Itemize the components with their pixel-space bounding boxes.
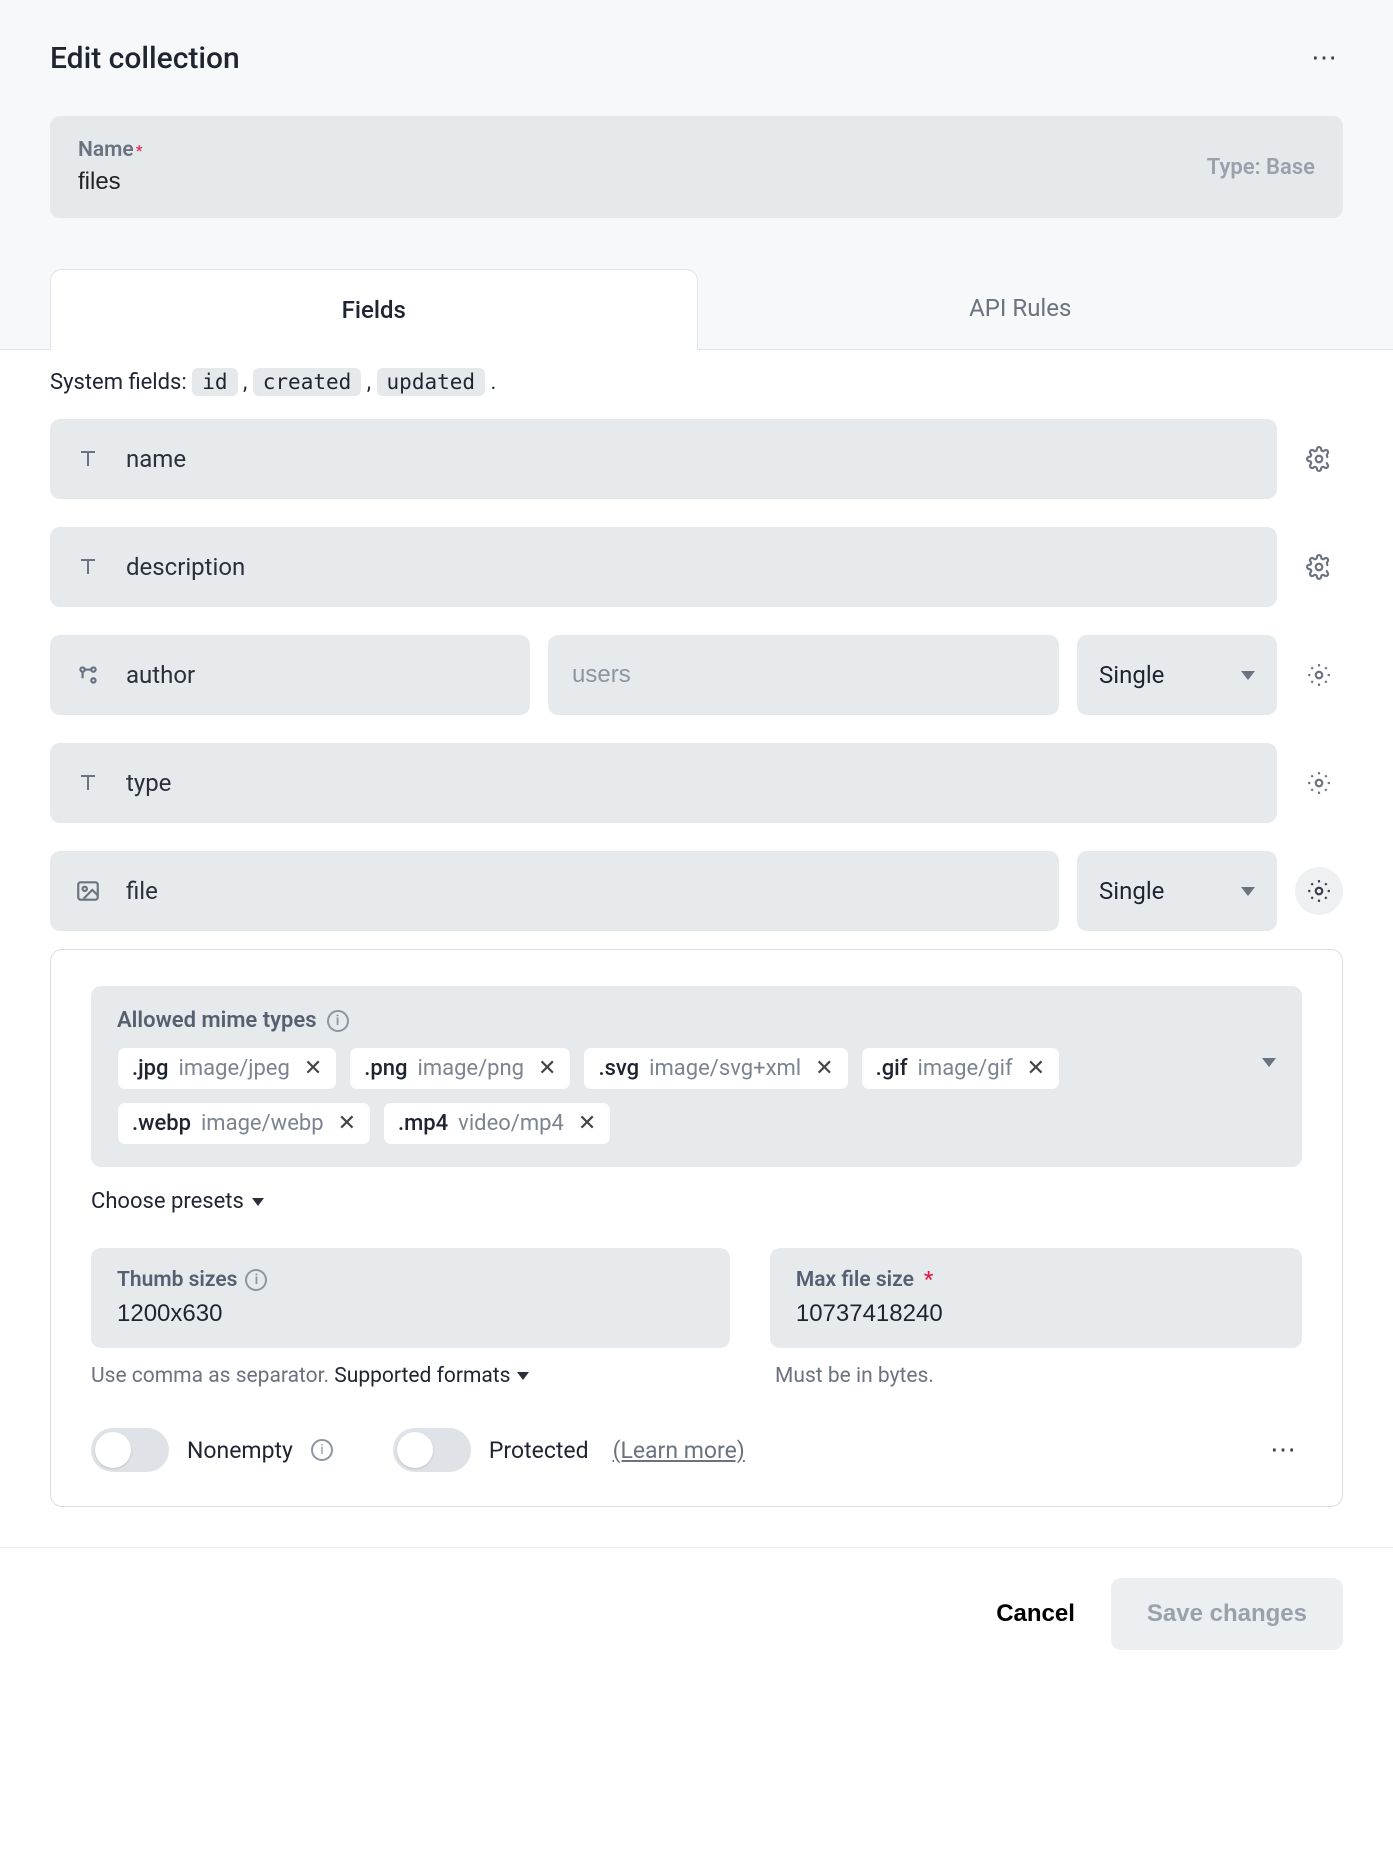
cancel-button[interactable]: Cancel bbox=[996, 1600, 1075, 1628]
mime-chip: .jpg image/jpeg ✕ bbox=[117, 1047, 337, 1090]
field-settings-author[interactable] bbox=[1295, 651, 1343, 699]
page-title: Edit collection bbox=[50, 41, 240, 76]
gear-icon bbox=[1306, 446, 1332, 472]
relation-collection-field[interactable] bbox=[572, 661, 1035, 689]
mime-value: image/png bbox=[417, 1056, 524, 1081]
chevron-down-icon bbox=[517, 1372, 529, 1380]
text-type-icon bbox=[74, 769, 102, 797]
mime-chip: .mp4 video/mp4 ✕ bbox=[383, 1102, 611, 1145]
relation-target-input[interactable] bbox=[548, 635, 1059, 715]
more-menu-button[interactable] bbox=[1307, 40, 1343, 76]
mime-ext: .jpg bbox=[132, 1056, 168, 1081]
mime-ext: .png bbox=[364, 1056, 407, 1081]
mime-chip: .gif image/gif ✕ bbox=[861, 1047, 1060, 1090]
field-name-label: author bbox=[126, 661, 195, 689]
gear-icon bbox=[1306, 878, 1332, 904]
mime-chip: .webp image/webp ✕ bbox=[117, 1102, 371, 1145]
field-settings-name[interactable] bbox=[1295, 435, 1343, 483]
field-row-author[interactable]: author bbox=[50, 635, 530, 715]
gear-icon bbox=[1306, 662, 1332, 688]
collection-name-block: Name* Type: Base bbox=[50, 116, 1343, 218]
field-name-label: file bbox=[126, 877, 158, 905]
field-name-label: name bbox=[126, 445, 186, 473]
mime-dropdown-toggle[interactable] bbox=[1262, 1067, 1276, 1086]
file-field-options: Allowed mime types i .jpgimage/jpeg✕.png… bbox=[50, 949, 1343, 1507]
choose-presets-button[interactable]: Choose presets bbox=[91, 1189, 264, 1214]
nonempty-label: Nonempty bbox=[187, 1437, 293, 1464]
thumb-sizes-input[interactable] bbox=[117, 1300, 704, 1328]
gear-icon bbox=[1306, 554, 1332, 580]
mime-ext: .gif bbox=[876, 1056, 908, 1081]
remove-mime-button[interactable]: ✕ bbox=[300, 1056, 326, 1081]
supported-formats-button[interactable]: Supported formats bbox=[334, 1364, 528, 1388]
remove-mime-button[interactable]: ✕ bbox=[534, 1056, 560, 1081]
maxsize-help: Must be in bytes. bbox=[775, 1364, 1302, 1388]
mime-ext: .mp4 bbox=[398, 1111, 448, 1136]
relation-type-icon bbox=[74, 661, 102, 689]
nonempty-toggle[interactable] bbox=[91, 1428, 169, 1472]
collection-type-label: Type: Base bbox=[1207, 155, 1315, 180]
text-type-icon bbox=[74, 553, 102, 581]
field-name-label: description bbox=[126, 553, 245, 581]
field-settings-file[interactable] bbox=[1295, 867, 1343, 915]
mime-chip: .png image/png ✕ bbox=[349, 1047, 571, 1090]
image-type-icon bbox=[74, 877, 102, 905]
dots-icon bbox=[1311, 43, 1339, 73]
thumb-sizes-block: Thumb sizes i bbox=[91, 1248, 730, 1348]
info-icon[interactable]: i bbox=[311, 1439, 333, 1461]
field-more-menu[interactable] bbox=[1266, 1432, 1302, 1468]
relation-mode-select[interactable]: Single bbox=[1077, 635, 1277, 715]
required-star-icon: * bbox=[924, 1268, 933, 1292]
field-settings-description[interactable] bbox=[1295, 543, 1343, 591]
remove-mime-button[interactable]: ✕ bbox=[574, 1111, 600, 1136]
mime-value: image/svg+xml bbox=[649, 1056, 801, 1081]
tab-fields[interactable]: Fields bbox=[50, 269, 698, 350]
max-size-block: Max file size * bbox=[770, 1248, 1302, 1348]
mime-value: image/gif bbox=[918, 1056, 1013, 1081]
mime-types-block: Allowed mime types i .jpgimage/jpeg✕.png… bbox=[91, 986, 1302, 1167]
field-row-name[interactable]: name bbox=[50, 419, 1277, 499]
mime-ext: .svg bbox=[598, 1056, 639, 1081]
sysfield-created: created bbox=[253, 368, 362, 396]
save-button[interactable]: Save changes bbox=[1111, 1578, 1343, 1650]
file-mode-select[interactable]: Single bbox=[1077, 851, 1277, 931]
dots-icon bbox=[1270, 1435, 1298, 1465]
mime-label: Allowed mime types bbox=[117, 1008, 317, 1033]
collection-name-input[interactable] bbox=[78, 168, 1207, 196]
remove-mime-button[interactable]: ✕ bbox=[1023, 1056, 1049, 1081]
name-label: Name bbox=[78, 138, 134, 162]
info-icon[interactable]: i bbox=[327, 1010, 349, 1032]
protected-label: Protected bbox=[489, 1437, 589, 1464]
text-type-icon bbox=[74, 445, 102, 473]
chevron-down-icon bbox=[1241, 887, 1255, 896]
field-row-type[interactable]: type bbox=[50, 743, 1277, 823]
required-star-icon: * bbox=[136, 141, 143, 160]
remove-mime-button[interactable]: ✕ bbox=[334, 1111, 360, 1136]
maxsize-label: Max file size bbox=[796, 1268, 914, 1292]
tab-api-rules[interactable]: API Rules bbox=[698, 268, 1344, 349]
thumb-label: Thumb sizes bbox=[117, 1268, 237, 1292]
gear-icon bbox=[1306, 770, 1332, 796]
chevron-down-icon bbox=[1262, 1058, 1276, 1086]
chevron-down-icon bbox=[252, 1198, 264, 1206]
mime-ext: .webp bbox=[132, 1111, 191, 1136]
remove-mime-button[interactable]: ✕ bbox=[811, 1056, 837, 1081]
info-icon[interactable]: i bbox=[245, 1269, 267, 1291]
thumb-help: Use comma as separator. Supported format… bbox=[91, 1364, 735, 1388]
max-size-input[interactable] bbox=[796, 1300, 1276, 1328]
protected-toggle[interactable] bbox=[393, 1428, 471, 1472]
field-name-label: type bbox=[126, 769, 171, 797]
field-row-file[interactable]: file bbox=[50, 851, 1059, 931]
field-row-description[interactable]: description bbox=[50, 527, 1277, 607]
mime-value: image/jpeg bbox=[178, 1056, 289, 1081]
system-fields-line: System fields: id , created , updated . bbox=[50, 370, 1343, 395]
sysfield-updated: updated bbox=[377, 368, 486, 396]
field-settings-type[interactable] bbox=[1295, 759, 1343, 807]
sysfield-id: id bbox=[192, 368, 237, 396]
mime-chip: .svg image/svg+xml ✕ bbox=[583, 1047, 848, 1090]
chevron-down-icon bbox=[1241, 671, 1255, 680]
mime-value: image/webp bbox=[201, 1111, 324, 1136]
mime-value: video/mp4 bbox=[458, 1111, 564, 1136]
learn-more-link[interactable]: (Learn more) bbox=[613, 1437, 745, 1464]
